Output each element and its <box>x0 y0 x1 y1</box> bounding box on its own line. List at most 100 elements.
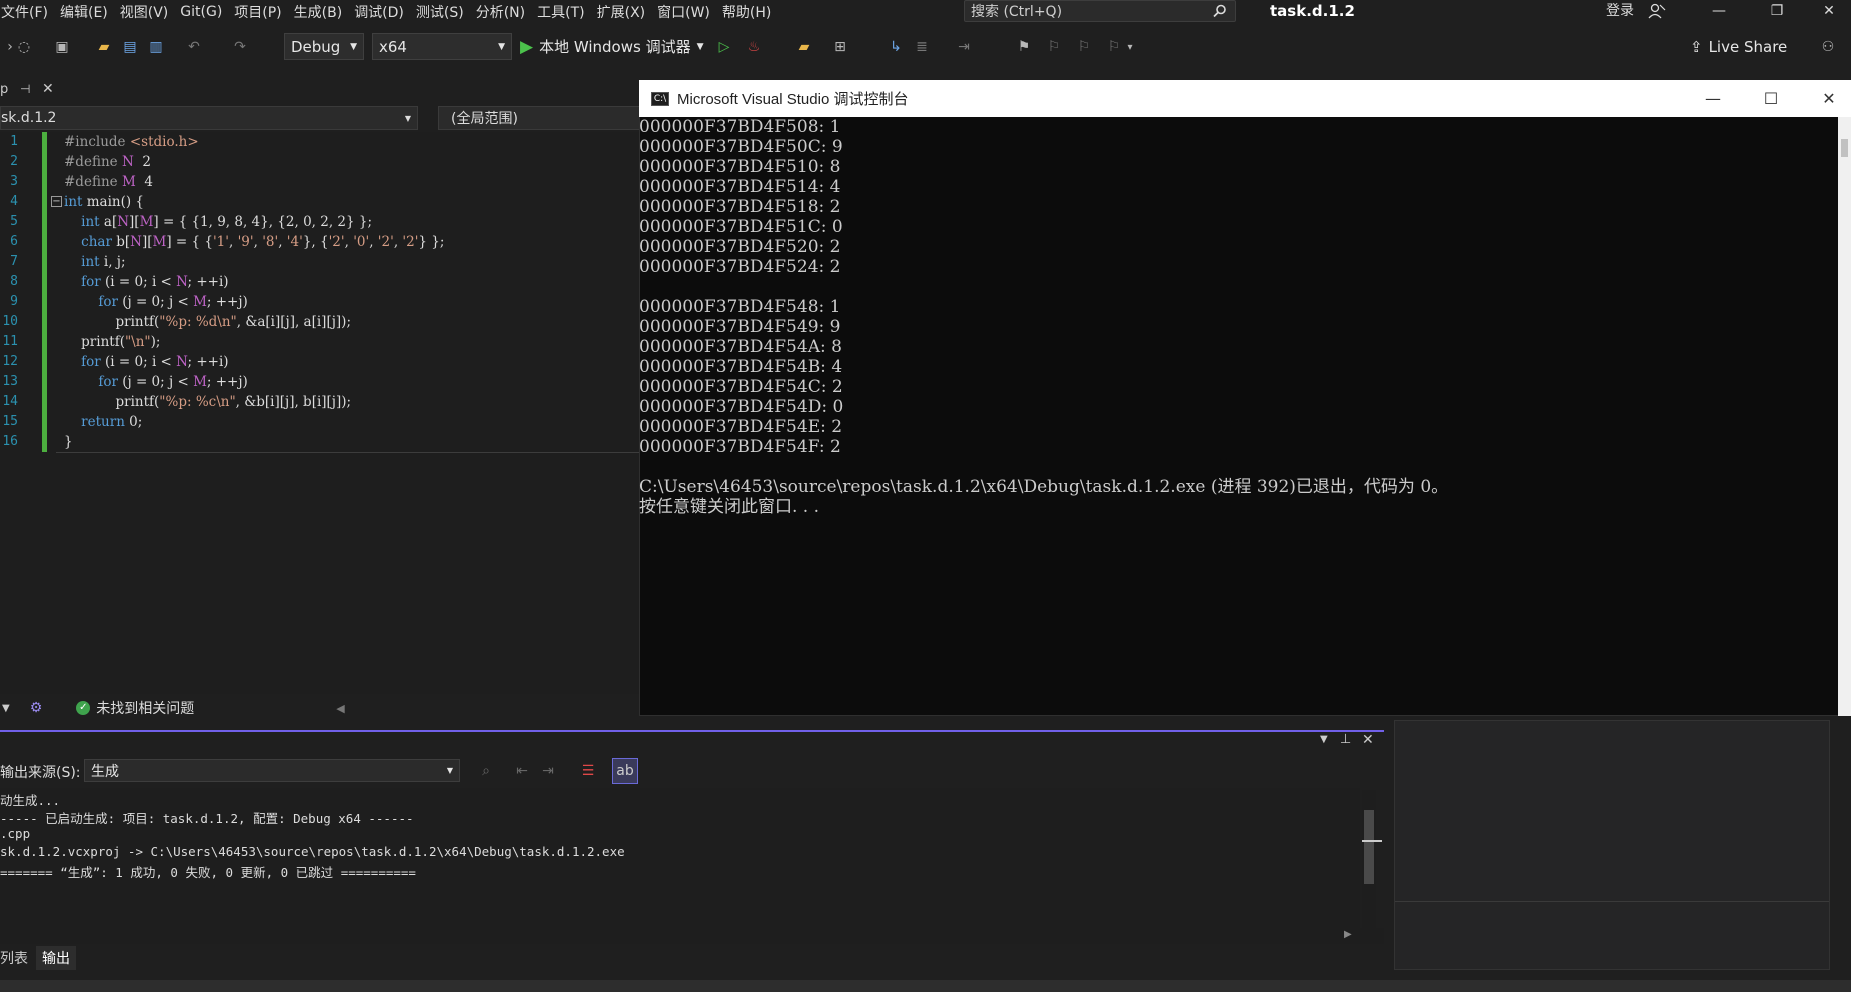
nav-back-icon[interactable]: ◌ <box>14 37 34 57</box>
layout-icon[interactable]: ⊞ <box>830 37 850 57</box>
word-wrap-toggle-icon[interactable]: ab <box>612 758 638 784</box>
search-icon <box>1213 4 1226 18</box>
pin-icon[interactable]: ⊥ <box>1340 732 1351 747</box>
config-value: Debug <box>291 37 341 56</box>
step-icon[interactable]: ↳ <box>886 37 906 57</box>
line-number: 12 <box>2 354 18 369</box>
console-line: 000000F37BD4F54D: 0 <box>639 397 844 417</box>
line-number: 14 <box>2 394 18 409</box>
folder-icon[interactable]: ▰ <box>794 37 814 57</box>
output-source-dropdown[interactable]: 生成 ▼ <box>84 759 460 782</box>
scroll-marker <box>1362 840 1382 842</box>
menu-build[interactable]: 生成(B) <box>293 2 354 22</box>
line-number: 4 <box>10 194 18 209</box>
undo-icon[interactable]: ↶ <box>184 37 204 57</box>
pin-icon[interactable]: ⊣ <box>20 82 30 96</box>
start-without-debug-icon[interactable]: ▷ <box>714 37 734 57</box>
panel-divider <box>1395 901 1829 902</box>
console-line: 000000F37BD4F510: 8 <box>639 157 841 177</box>
share-icon: ⇪ <box>1690 37 1703 56</box>
close-icon[interactable]: ✕ <box>1806 0 1851 22</box>
console-minimize-icon[interactable]: — <box>1684 80 1742 117</box>
minimize-icon[interactable]: — <box>1696 0 1742 22</box>
clear-all-icon[interactable]: ☰ <box>578 761 598 781</box>
menu-help[interactable]: 帮助(H) <box>721 2 782 22</box>
next-message-icon[interactable]: ⇥ <box>538 761 558 781</box>
code-line: for (i = 0; i < N; ++i) <box>81 354 229 370</box>
format-icon[interactable]: ≣ <box>912 37 932 57</box>
console-line: 按任意键关闭此窗口. . . <box>639 497 820 517</box>
menu-window[interactable]: 窗口(W) <box>656 2 721 22</box>
save-all-icon[interactable]: ▥ <box>146 37 166 57</box>
file-name: sk.d.1.2 <box>1 110 57 126</box>
account-icon[interactable] <box>1648 2 1666 20</box>
config-dropdown[interactable]: Debug ▼ <box>284 33 364 60</box>
intellicode-icon[interactable]: ⚙ <box>30 700 43 716</box>
code-line: } <box>64 434 73 450</box>
login-button[interactable]: 登录 <box>1606 0 1634 22</box>
search-placeholder: 搜索 (Ctrl+Q) <box>971 4 1063 20</box>
member-scope-dropdown[interactable]: (全局范围) <box>438 106 640 130</box>
menu-debug[interactable]: 调试(D) <box>353 2 415 22</box>
menu-edit[interactable]: 编辑(E) <box>59 2 119 22</box>
scroll-right-icon[interactable]: ▶ <box>1344 929 1352 940</box>
chevron-down-icon: ▼ <box>696 41 704 52</box>
output-hscrollbar[interactable]: ▶ <box>0 928 1384 944</box>
bookmark-prev-icon[interactable]: ⚐ <box>1044 37 1064 57</box>
output-vscrollbar[interactable] <box>1362 790 1382 928</box>
close-icon[interactable]: ✕ <box>1362 732 1374 748</box>
toolbar-overflow-icon[interactable]: ▾ <box>1120 37 1140 57</box>
menu-view[interactable]: 视图(V) <box>119 2 180 22</box>
redo-icon[interactable]: ↷ <box>230 37 250 57</box>
console-title: Microsoft Visual Studio 调试控制台 <box>677 91 909 108</box>
indent-icon[interactable]: ⇥ <box>954 37 974 57</box>
line-number: 8 <box>10 274 18 289</box>
scroll-thumb[interactable] <box>1841 139 1848 157</box>
tab-error-list[interactable]: 列表 <box>0 948 36 968</box>
live-share-button[interactable]: ⇪ Live Share <box>1690 33 1787 60</box>
menu-extensions[interactable]: 扩展(X) <box>596 2 657 22</box>
menu-project[interactable]: 项目(P) <box>233 2 292 22</box>
run-label: 本地 Windows 调试器 <box>539 38 691 56</box>
issues-status[interactable]: 未找到相关问题 <box>96 698 194 718</box>
platform-dropdown[interactable]: x64 ▼ <box>372 33 512 60</box>
console-close-icon[interactable]: ✕ <box>1800 80 1851 117</box>
bookmark-next-icon[interactable]: ⚐ <box>1074 37 1094 57</box>
menu-git[interactable]: Git(G) <box>179 4 233 20</box>
menu-analyze[interactable]: 分析(N) <box>475 2 536 22</box>
scope-value: (全局范围) <box>451 111 518 127</box>
check-icon: ✓ <box>76 701 91 715</box>
menu-test[interactable]: 测试(S) <box>415 2 475 22</box>
search-input[interactable]: 搜索 (Ctrl+Q) <box>964 0 1236 22</box>
start-debug-button[interactable]: ▶ 本地 Windows 调试器 ▼ <box>520 33 704 60</box>
hot-reload-icon[interactable]: ♨ <box>744 37 764 57</box>
chevron-down-icon: ▼ <box>498 41 505 52</box>
save-icon[interactable]: ▤ <box>120 37 140 57</box>
output-source-value: 生成 <box>91 763 119 780</box>
collapse-icon[interactable]: − <box>51 196 62 207</box>
chevron-down-icon[interactable]: ▼ <box>1320 734 1328 745</box>
prev-message-icon[interactable]: ⇤ <box>512 761 532 781</box>
menu-tools[interactable]: 工具(T) <box>536 2 595 22</box>
chevron-down-icon[interactable]: ▼ <box>2 703 10 714</box>
find-message-icon[interactable]: ⌕ <box>476 761 496 781</box>
scroll-left-icon[interactable]: ◀ <box>336 702 344 715</box>
line-number: 6 <box>10 234 18 249</box>
console-titlebar[interactable]: C:\ Microsoft Visual Studio 调试控制台 <box>639 80 1851 117</box>
tab-close-icon[interactable]: ✕ <box>42 81 54 97</box>
new-item-icon[interactable]: ▣ <box>52 37 72 57</box>
console-maximize-icon[interactable]: ☐ <box>1742 80 1800 117</box>
menu-file[interactable]: 文件(F) <box>0 2 59 22</box>
console-scrollbar[interactable] <box>1838 117 1851 716</box>
feedback-icon[interactable]: ⚇ <box>1818 37 1838 57</box>
bookmark-icon[interactable]: ⚑ <box>1014 37 1034 57</box>
code-line: #define M 4 <box>64 174 153 190</box>
open-folder-icon[interactable]: ▰ <box>94 37 114 57</box>
tab-output[interactable]: 输出 <box>36 946 76 970</box>
scroll-thumb[interactable] <box>1364 810 1374 884</box>
output-line: 动生成... <box>0 793 61 808</box>
line-number: 3 <box>10 174 18 189</box>
restore-icon[interactable]: ❐ <box>1754 0 1800 22</box>
file-scope-dropdown[interactable]: sk.d.1.2 ▼ <box>0 106 418 130</box>
line-number: 10 <box>2 314 18 329</box>
